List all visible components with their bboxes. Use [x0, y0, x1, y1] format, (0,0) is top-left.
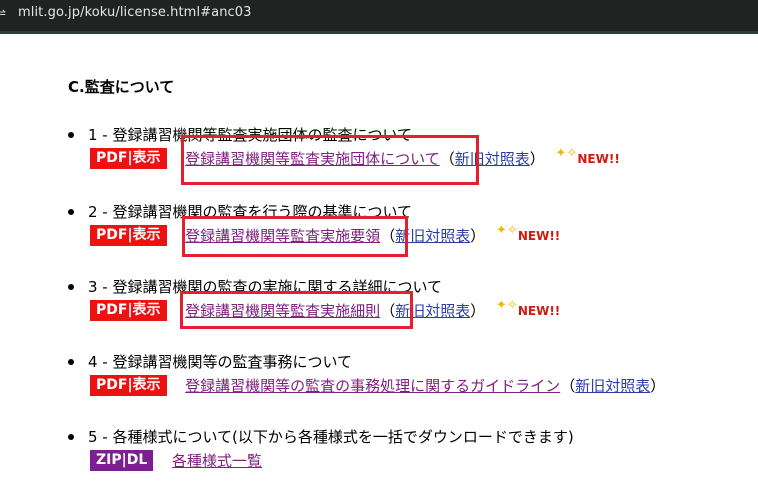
paren-close: ） — [650, 377, 666, 395]
new-text: NEW!! — [517, 303, 561, 318]
highlight-box — [182, 216, 408, 257]
highlight-box — [180, 291, 413, 329]
paren-close: ） — [470, 302, 486, 320]
bullet — [68, 284, 74, 290]
pdf-badge: PDF|表示 — [90, 300, 167, 321]
document-link[interactable]: 登録講習機関等の監査の事務処理に関するガイドライン — [185, 377, 560, 395]
browser-url-bar[interactable]: ⇌ mlit.go.jp/koku/license.html#anc03 — [0, 0, 758, 34]
paren-close: ） — [529, 150, 545, 168]
new-text: NEW!! — [517, 228, 561, 243]
paren-close: ） — [470, 227, 486, 245]
item-links: ZIP|DL 各種様式一覧 — [90, 450, 262, 472]
new-text: NEW!! — [577, 151, 620, 166]
new-label: ✦✧ NEW!! — [555, 146, 620, 166]
sparkle-icon: ✦✧ — [495, 222, 518, 238]
bullet — [68, 359, 74, 365]
sparkle-icon: ✦✧ — [495, 297, 518, 313]
highlight-box — [181, 135, 479, 185]
paren-open: （ — [560, 377, 576, 395]
forms-list-link[interactable]: 各種様式一覧 — [172, 452, 262, 470]
sparkle-icon: ✦✧ — [555, 145, 578, 161]
new-label: ✦✧ NEW!! — [496, 298, 561, 318]
bullet — [68, 209, 74, 215]
pdf-badge: PDF|表示 — [90, 375, 167, 396]
section-title: C.監査について — [68, 78, 175, 96]
url-text[interactable]: mlit.go.jp/koku/license.html#anc03 — [18, 5, 252, 20]
site-info-icon[interactable]: ⇌ — [0, 6, 8, 20]
new-label: ✦✧ NEW!! — [496, 223, 561, 243]
comparison-table-link[interactable]: 新旧対照表 — [575, 377, 650, 395]
bullet — [68, 132, 74, 138]
pdf-badge: PDF|表示 — [90, 148, 167, 169]
item-heading: 5 - 各種様式について(以下から各種様式を一括でダウンロードできます) — [88, 428, 574, 446]
bullet — [68, 434, 74, 440]
item-heading: 4 - 登録講習機関等の監査事務について — [88, 353, 353, 371]
pdf-badge: PDF|表示 — [90, 225, 167, 246]
zip-badge: ZIP|DL — [90, 450, 154, 471]
item-links: PDF|表示 登録講習機関等の監査の事務処理に関するガイドライン（新旧対照表） — [90, 375, 665, 397]
